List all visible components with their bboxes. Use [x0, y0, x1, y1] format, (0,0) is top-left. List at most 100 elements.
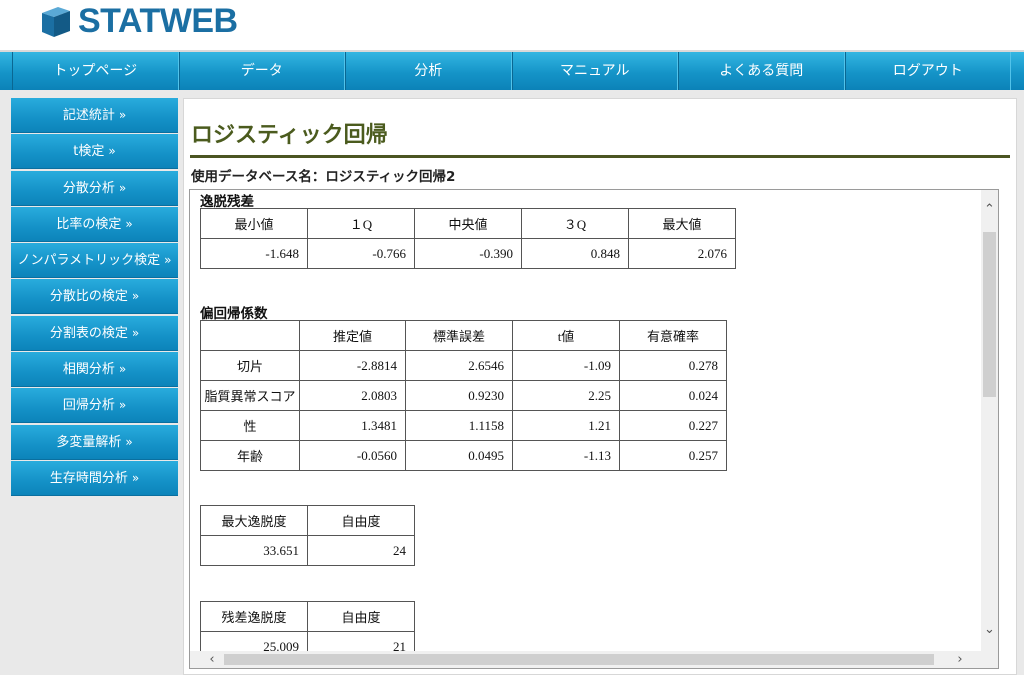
table-cell: 0.9230 — [405, 380, 513, 411]
sidebar-item-label: 分散比の検定 — [49, 289, 128, 305]
horizontal-scroll-thumb[interactable] — [224, 654, 934, 665]
nav-manual[interactable]: マニュアル — [511, 52, 678, 90]
logo-text: STATWEB — [78, 1, 238, 40]
nav-top-page[interactable]: トップページ — [12, 52, 179, 90]
nav-data[interactable]: データ — [178, 52, 345, 90]
sidebar-item-label: 相関分析 — [62, 362, 115, 378]
table-cell: 2.076 — [628, 238, 736, 269]
table-row: 33.651 24 — [200, 535, 415, 566]
sidebar-item-anova[interactable]: 分散分析» — [11, 170, 178, 206]
table-cell: -1.13 — [512, 440, 620, 471]
table-row: 推定値 標準誤差 t値 有意確率 — [200, 320, 727, 351]
table-cell: 0.257 — [619, 440, 727, 471]
chevron-right-icon: » — [131, 325, 140, 340]
table-row: 年齢 -0.0560 0.0495 -1.13 0.257 — [200, 440, 727, 471]
chevron-right-icon: » — [131, 470, 140, 485]
coefficients-table: 推定値 標準誤差 t値 有意確率 切片 -2.8814 2.6546 -1.09… — [200, 320, 727, 471]
residuals-title: 逸脱残差 — [200, 194, 254, 210]
table-header: 自由度 — [307, 505, 415, 536]
chevron-right-icon: » — [118, 398, 127, 413]
max-deviance-table: 最大逸脱度 自由度 33.651 24 — [200, 505, 415, 566]
table-cell: 1.1158 — [405, 410, 513, 441]
table-header: 推定値 — [299, 320, 406, 351]
table-header: 最大値 — [628, 208, 736, 239]
residuals-table: 最小値 １Q 中央値 ３Q 最大値 -1.648 -0.766 -0.390 0… — [200, 208, 736, 269]
table-header: １Q — [307, 208, 415, 239]
header: STATWEB — [0, 0, 1024, 50]
sidebar-item-proportion-test[interactable]: 比率の検定» — [11, 206, 178, 242]
sidebar-item-label: ノンパラメトリック検定 — [17, 253, 161, 269]
sidebar-item-nonparametric[interactable]: ノンパラメトリック検定» — [11, 243, 178, 279]
logo-cube-icon — [42, 7, 70, 37]
table-cell: 切片 — [200, 350, 300, 381]
logo[interactable]: STATWEB — [38, 2, 238, 40]
chevron-right-icon: » — [118, 180, 127, 195]
sidebar-item-t-test[interactable]: t検定» — [11, 134, 178, 170]
coefficients-title: 偏回帰係数 — [200, 306, 268, 322]
sidebar-item-label: t検定 — [73, 144, 105, 160]
table-cell: -0.390 — [414, 238, 522, 269]
sidebar-item-contingency[interactable]: 分割表の検定» — [11, 315, 178, 351]
top-nav: トップページ データ 分析 マニュアル よくある質問 ログアウト — [0, 50, 1024, 90]
table-cell: 0.278 — [619, 350, 727, 381]
vertical-scrollbar[interactable]: ⌃ ⌄ — [981, 190, 998, 652]
table-header: 標準誤差 — [405, 320, 513, 351]
table-header: 有意確率 — [619, 320, 727, 351]
result-frame[interactable]: 逸脱残差 最小値 １Q 中央値 ３Q 最大値 -1.648 -0.766 -0.… — [189, 189, 999, 669]
table-row: 性 1.3481 1.1158 1.21 0.227 — [200, 410, 727, 441]
scroll-up-icon[interactable]: ⌃ — [981, 200, 998, 220]
page-title: ロジスティック回帰 — [191, 123, 388, 148]
table-header: 自由度 — [307, 601, 415, 632]
nav-logout[interactable]: ログアウト — [844, 52, 1011, 90]
sidebar: 記述統計» t検定» 分散分析» 比率の検定» ノンパラメトリック検定» 分散比… — [11, 98, 178, 497]
scroll-left-icon[interactable]: ‹ — [202, 651, 222, 668]
table-header: t値 — [512, 320, 620, 351]
chevron-right-icon: » — [125, 216, 133, 231]
table-cell: 年齢 — [200, 440, 300, 471]
table-header — [200, 320, 300, 351]
sidebar-item-label: 比率の検定 — [56, 216, 122, 232]
vertical-scroll-thumb[interactable] — [983, 232, 996, 397]
horizontal-scrollbar[interactable]: ‹ › — [190, 651, 998, 668]
table-cell: 1.21 — [512, 410, 620, 441]
nav-faq[interactable]: よくある質問 — [678, 52, 845, 90]
sidebar-item-label: 分散分析 — [62, 180, 115, 196]
table-cell: 性 — [200, 410, 300, 441]
sidebar-item-regression[interactable]: 回帰分析» — [11, 388, 178, 424]
table-cell: -1.09 — [512, 350, 620, 381]
sidebar-item-variance-ratio[interactable]: 分散比の検定» — [11, 279, 178, 315]
table-row: 切片 -2.8814 2.6546 -1.09 0.278 — [200, 350, 727, 381]
table-cell: 脂質異常スコア — [200, 380, 300, 411]
sidebar-item-label: 生存時間分析 — [49, 470, 128, 486]
table-cell: -2.8814 — [299, 350, 406, 381]
table-header: ３Q — [521, 208, 629, 239]
sidebar-item-label: 多変量解析 — [56, 434, 122, 450]
sidebar-item-label: 記述統計 — [62, 108, 115, 123]
table-header: 残差逸脱度 — [200, 601, 308, 632]
chevron-right-icon: » — [164, 253, 172, 268]
table-cell: 1.3481 — [299, 410, 406, 441]
table-header: 最小値 — [200, 208, 308, 239]
nav-analysis[interactable]: 分析 — [345, 52, 512, 90]
chevron-right-icon: » — [125, 434, 133, 449]
table-cell: 2.0803 — [299, 380, 406, 411]
table-row: 脂質異常スコア 2.0803 0.9230 2.25 0.024 — [200, 380, 727, 411]
chevron-right-icon: » — [118, 362, 127, 377]
sidebar-item-correlation[interactable]: 相関分析» — [11, 352, 178, 388]
table-row: 最小値 １Q 中央値 ３Q 最大値 — [200, 208, 736, 239]
table-header: 最大逸脱度 — [200, 505, 308, 536]
main-panel: ロジスティック回帰 使用データベース名：ロジスティック回帰2 逸脱残差 最小値 … — [183, 98, 1017, 675]
table-cell: 2.25 — [512, 380, 620, 411]
scroll-down-icon[interactable]: ⌄ — [981, 620, 998, 640]
chevron-right-icon: » — [118, 108, 127, 122]
table-cell: 0.848 — [521, 238, 629, 269]
table-cell: 0.024 — [619, 380, 727, 411]
table-cell: 2.6546 — [405, 350, 513, 381]
table-row: -1.648 -0.766 -0.390 0.848 2.076 — [200, 238, 736, 269]
sidebar-item-multivariate[interactable]: 多変量解析» — [11, 424, 178, 460]
sidebar-item-descriptive[interactable]: 記述統計» — [11, 98, 178, 133]
table-cell: 24 — [307, 535, 415, 566]
scroll-right-icon[interactable]: › — [950, 651, 970, 668]
sidebar-item-survival[interactable]: 生存時間分析» — [11, 460, 178, 496]
table-cell: -0.766 — [307, 238, 415, 269]
